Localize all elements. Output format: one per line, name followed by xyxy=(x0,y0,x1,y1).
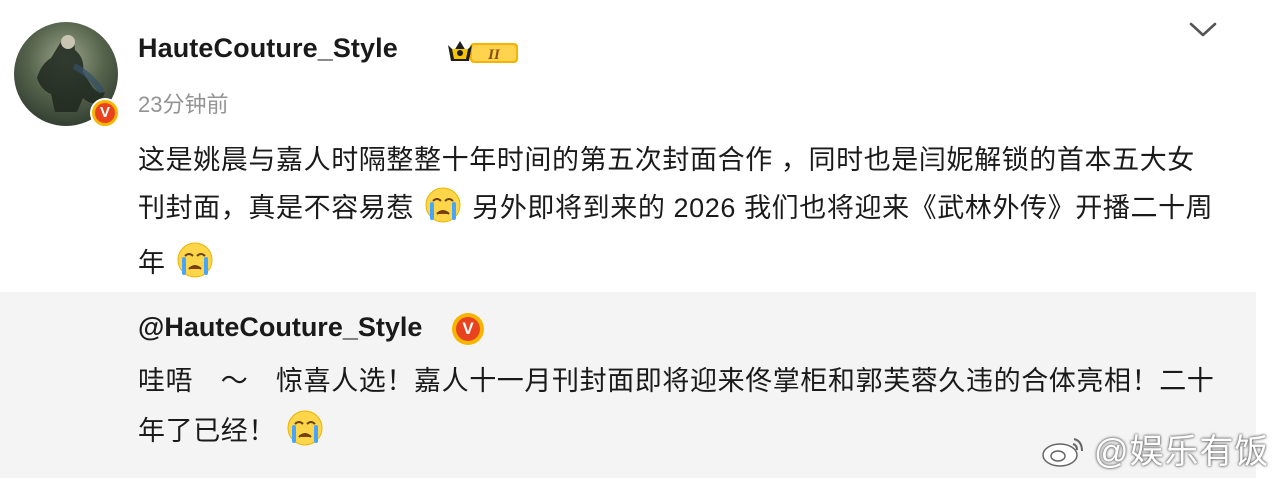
crying-face-emoji-icon xyxy=(424,186,462,239)
level-badge-text: II xyxy=(487,47,501,63)
watermark-text: @娱乐有饭 xyxy=(1094,433,1270,471)
repost-username[interactable]: @HauteCouture_Style xyxy=(138,312,422,343)
avatar[interactable]: V xyxy=(14,22,120,128)
weibo-logo-icon xyxy=(1040,433,1088,478)
post-timestamp[interactable]: 23分钟前 xyxy=(138,87,228,119)
chevron-down-icon[interactable] xyxy=(1188,20,1218,40)
verified-badge-icon: V xyxy=(452,313,484,345)
crying-face-emoji-icon xyxy=(176,241,214,294)
watermark: @娱乐有饭 xyxy=(1040,424,1270,471)
username[interactable]: HauteCouture_Style xyxy=(138,33,398,64)
post-body: 这是姚晨与嘉人时隔整整十年时间的第五次封面合作 ，同时也是闫妮解锁的首本五大女刊… xyxy=(138,136,1218,294)
verified-badge-icon: V xyxy=(90,98,120,128)
crown-level-icon: II xyxy=(446,37,522,72)
weibo-post: V HauteCouture_Style II 23分钟前 这是姚晨与嘉人时隔整… xyxy=(0,0,1272,478)
crying-face-emoji-icon xyxy=(286,409,324,463)
